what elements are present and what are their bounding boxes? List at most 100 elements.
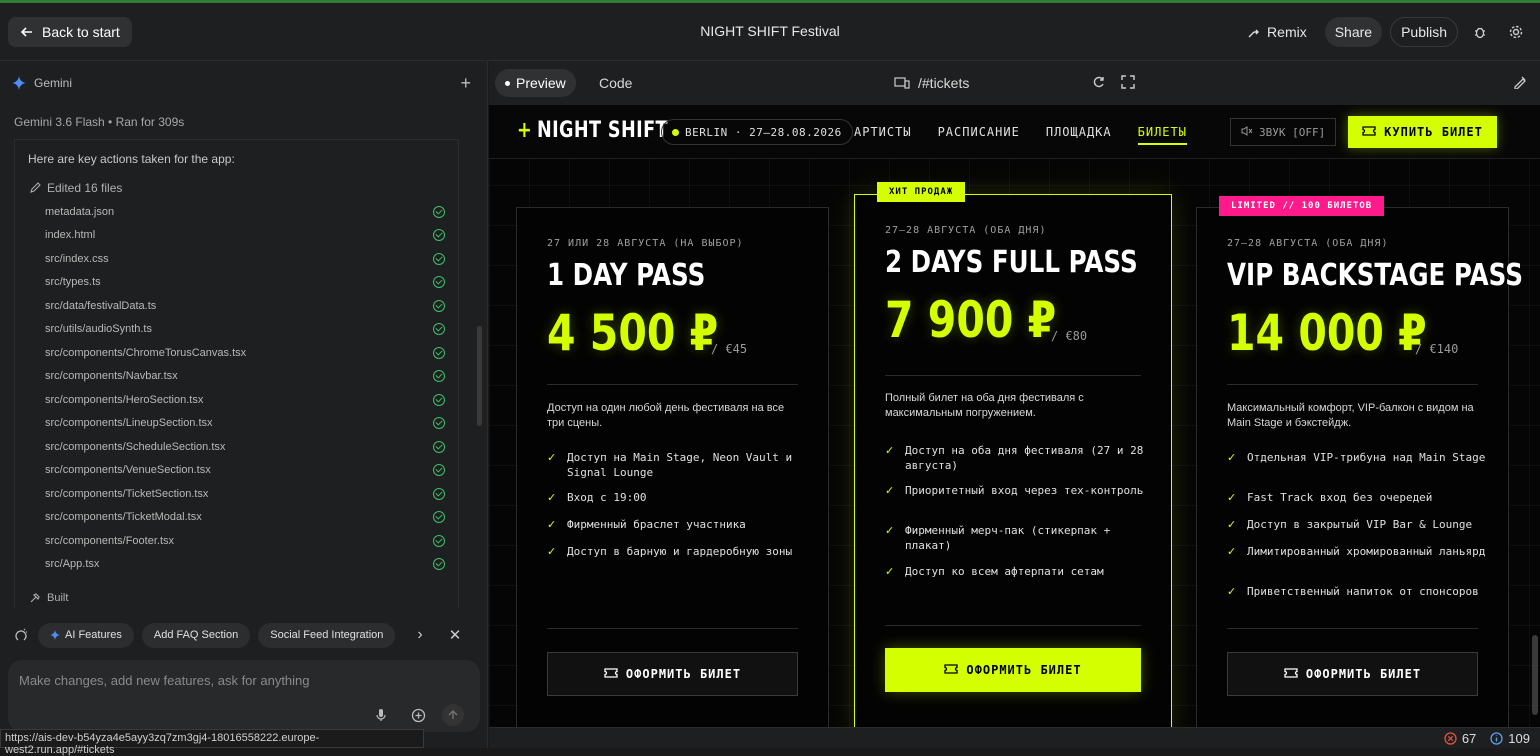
tab-preview[interactable]: Preview — [495, 69, 576, 97]
actions-summary: Here are key actions taken for the app: … — [14, 139, 459, 609]
file-item[interactable]: index.html — [45, 224, 445, 248]
send-arrow-icon[interactable] — [442, 704, 464, 726]
debug-icon[interactable] — [1466, 17, 1494, 47]
check-circle-icon — [433, 534, 445, 547]
top-actions: Remix Share Publish — [1237, 17, 1530, 47]
publish-button[interactable]: Publish — [1390, 17, 1458, 47]
add-attachment-icon[interactable] — [407, 704, 429, 726]
order-ticket-button[interactable]: ОФОРМИТЬ БИЛЕТ — [547, 652, 798, 696]
nav-venue[interactable]: ПЛОЩАДКА — [1046, 125, 1112, 145]
file-item[interactable]: src/components/HeroSection.tsx — [45, 388, 445, 412]
feature-text: Приветственный напиток от спонсоров — [1247, 585, 1479, 598]
remix-button[interactable]: Remix — [1237, 17, 1317, 47]
check-icon: ✓ — [1227, 585, 1237, 598]
file-name: src/index.css — [45, 252, 109, 265]
check-circle-icon — [433, 464, 445, 477]
chip-add-faq[interactable]: Add FAQ Section — [141, 622, 251, 648]
chat-scrollbar[interactable] — [476, 166, 484, 666]
feature-text: Доступ в закрытый VIP Bar & Lounge — [1247, 518, 1473, 531]
preview-scrollbar[interactable] — [1532, 635, 1538, 715]
settings-gear-icon[interactable] — [1502, 17, 1530, 47]
check-icon: ✓ — [885, 565, 895, 578]
feature-text: Приоритетный вход через тех-контроль — [905, 484, 1144, 497]
card-feature: ✓ Доступ ко всем афтерпати сетам — [885, 564, 1151, 579]
model-info: Gemini 3.6 Flash • Ran for 309s — [14, 115, 185, 129]
file-item[interactable]: src/components/ScheduleSection.tsx — [45, 435, 445, 459]
nav-tickets[interactable]: БИЛЕТЫ — [1137, 125, 1187, 145]
card-title: VIP BACKSTAGE PASS — [1227, 258, 1524, 293]
preview-url: /#tickets — [918, 75, 970, 91]
feature-text: Фирменный браслет участника — [567, 518, 746, 531]
file-item[interactable]: src/components/VenueSection.tsx — [45, 459, 445, 483]
file-name: index.html — [45, 229, 96, 242]
sound-toggle-button[interactable]: ЗВУК [OFF] — [1230, 118, 1337, 146]
buy-ticket-label: КУПИТЬ БИЛЕТ — [1384, 125, 1483, 139]
file-item[interactable]: src/types.ts — [45, 271, 445, 295]
file-item[interactable]: src/components/TicketSection.tsx — [45, 482, 445, 506]
chips-next-icon[interactable]: › — [417, 626, 422, 644]
site-logo[interactable]: + NIGHT SHIFT — [517, 118, 668, 143]
file-item[interactable]: src/App.tsx — [45, 553, 445, 577]
site-preview: + NIGHT SHIFT BERLIN · 27–28.08.2026 АРТИ… — [489, 105, 1540, 727]
card-feature: ✓ Фирменный мерч-пак (стикерпак + плакат) — [885, 523, 1151, 553]
file-item[interactable]: src/index.css — [45, 247, 445, 271]
feature-text: Fast Track вход без очередей — [1247, 491, 1433, 504]
new-chat-plus-icon[interactable]: + — [460, 73, 471, 94]
logo-plus: + — [517, 118, 533, 143]
card-price-eur: / €80 — [1051, 329, 1088, 343]
logo-text: NIGHT SHIFT — [536, 118, 668, 143]
file-name: src/data/festivalData.ts — [45, 299, 157, 312]
fullscreen-icon[interactable] — [1121, 75, 1135, 94]
location-pill: BERLIN · 27–28.08.2026 — [661, 119, 853, 145]
check-circle-icon — [433, 370, 445, 383]
share-button[interactable]: Share — [1324, 17, 1383, 47]
chips-close-icon[interactable]: ✕ — [449, 626, 462, 644]
check-icon: ✓ — [1227, 491, 1237, 504]
edited-files-toggle[interactable]: Edited 16 files — [29, 181, 122, 195]
microphone-icon[interactable] — [370, 704, 392, 726]
preview-url-bar[interactable]: /#tickets — [894, 75, 969, 91]
check-circle-icon — [433, 229, 445, 242]
order-ticket-button[interactable]: ОФОРМИТЬ БИЛЕТ — [885, 648, 1141, 692]
file-item[interactable]: src/components/LineupSection.tsx — [45, 412, 445, 436]
feature-text: Лимитированный хромированный ланьярд — [1247, 545, 1486, 558]
file-item[interactable]: src/components/Navbar.tsx — [45, 365, 445, 389]
file-name: src/types.ts — [45, 276, 101, 289]
chip-ai-features[interactable]: AI Features — [38, 622, 134, 648]
file-item[interactable]: src/data/festivalData.ts — [45, 294, 445, 318]
card-price: 7 900 ₽ — [885, 291, 1057, 349]
remix-icon — [1247, 25, 1261, 39]
prompt-input[interactable]: Make changes, add new features, ask for … — [8, 660, 480, 732]
error-count[interactable]: 67 — [1444, 731, 1476, 746]
active-dot-icon — [505, 80, 510, 86]
file-name: src/components/ChromeTorusCanvas.tsx — [45, 346, 247, 359]
remix-label: Remix — [1267, 24, 1307, 40]
live-dot-icon — [672, 128, 679, 136]
order-ticket-button[interactable]: ОФОРМИТЬ БИЛЕТ — [1227, 652, 1478, 696]
nav-schedule[interactable]: РАСПИСАНИЕ — [938, 125, 1020, 145]
file-item[interactable]: src/components/ChromeTorusCanvas.tsx — [45, 341, 445, 365]
assistant-name: Gemini — [34, 76, 73, 90]
check-icon: ✓ — [547, 451, 557, 464]
card-feature: ✓ Доступ в закрытый VIP Bar & Lounge — [1227, 517, 1488, 532]
error-count-value: 67 — [1461, 731, 1477, 746]
buy-ticket-button[interactable]: КУПИТЬ БИЛЕТ — [1348, 116, 1497, 148]
site-nav-links: АРТИСТЫ РАСПИСАНИЕ ПЛОЩАДКА БИЛЕТЫ — [854, 125, 1187, 145]
reload-icon[interactable] — [1092, 75, 1106, 94]
ticket-icon — [944, 663, 959, 677]
check-circle-icon — [433, 511, 445, 524]
file-item[interactable]: src/components/TicketModal.tsx — [45, 506, 445, 530]
annotate-icon[interactable] — [1513, 75, 1527, 94]
nav-artists[interactable]: АРТИСТЫ — [854, 125, 912, 145]
file-item[interactable]: src/components/Footer.tsx — [45, 529, 445, 553]
tab-code[interactable]: Code — [589, 69, 642, 97]
card-price: 4 500 ₽ — [547, 304, 719, 362]
badge-limited: LIMITED // 100 БИЛЕТОВ — [1219, 196, 1385, 216]
file-item[interactable]: metadata.json — [45, 200, 445, 224]
card-feature: ✓ Доступ в барную и гардеробную зоны — [547, 544, 808, 559]
card-description: Полный билет на оба дня фестиваля с макс… — [885, 392, 1084, 419]
file-name: src/components/TicketSection.tsx — [45, 487, 209, 500]
file-item[interactable]: src/utils/audioSynth.ts — [45, 318, 445, 342]
chip-social-feed[interactable]: Social Feed Integration — [258, 622, 396, 648]
info-count[interactable]: 109 — [1490, 731, 1530, 746]
